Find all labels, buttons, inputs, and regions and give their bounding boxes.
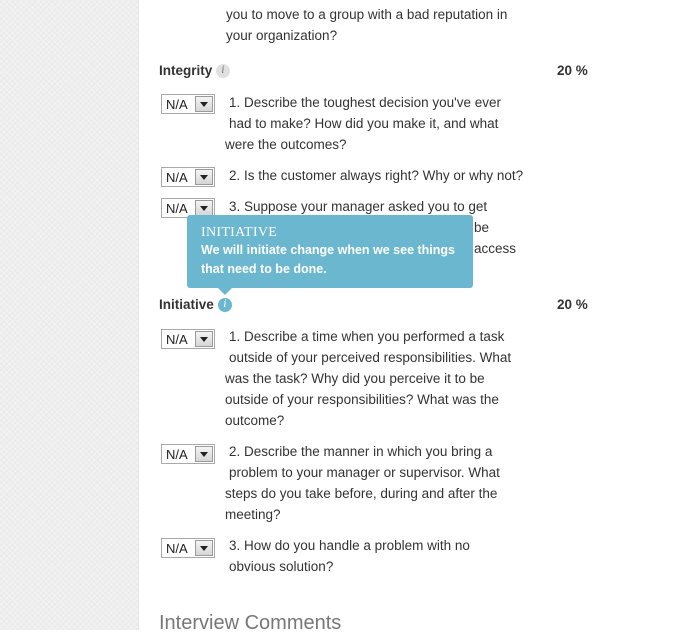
question-line: you to move to a group with a bad reputa… xyxy=(226,7,508,22)
dropdown-arrow-icon xyxy=(195,446,213,462)
question-line: outside of your perceived responsibiliti… xyxy=(229,350,512,365)
rating-select-value: N/A xyxy=(166,170,188,185)
section-header-integrity: Integrity i 20 % xyxy=(159,60,589,82)
question-line: 2. Is the customer always right? Why or … xyxy=(229,168,524,183)
rating-select-initiative-3[interactable]: N/A xyxy=(161,538,215,558)
question-fragment: be xyxy=(474,220,490,235)
section-header-initiative: Initiative i 20 % xyxy=(159,294,589,316)
question-line: 3. How do you handle a problem with no xyxy=(229,538,470,553)
question-text-integrity-1: 1. Describe the toughest decision you've… xyxy=(225,92,501,155)
question-line: outcome? xyxy=(225,413,285,428)
question-line: were the outcomes? xyxy=(225,137,347,152)
question-text-initiative-1: 1. Describe a time when you performed a … xyxy=(225,326,511,431)
tooltip-line: that need to be done. xyxy=(201,262,327,276)
rating-select-value: N/A xyxy=(166,332,188,347)
question-line: outside of your responsibilities? What w… xyxy=(225,392,499,407)
question-line: obvious solution? xyxy=(229,559,334,574)
question-line: problem to your manager or supervisor. W… xyxy=(229,465,500,480)
question-line: 1. Describe the toughest decision you've… xyxy=(229,95,501,110)
question-line: steps do you take before, during and aft… xyxy=(225,486,498,501)
dropdown-arrow-icon xyxy=(195,540,213,556)
dropdown-arrow-icon xyxy=(195,169,213,185)
rating-select-initiative-2[interactable]: N/A xyxy=(161,444,215,464)
question-text-initiative-2: 2. Describe the manner in which you brin… xyxy=(225,441,500,525)
info-icon[interactable]: i xyxy=(216,64,230,78)
rating-select-value: N/A xyxy=(166,97,188,112)
section-title-initiative: Initiative xyxy=(159,297,214,312)
question-line: meeting? xyxy=(225,507,281,522)
question-text-integrity-3: 3. Suppose your manager asked you to get xyxy=(229,196,487,217)
question-text-initiative-3: 3. How do you handle a problem with no o… xyxy=(229,535,470,577)
rating-select-value: N/A xyxy=(166,541,188,556)
question-fragment: access xyxy=(474,241,517,256)
question-line: was the task? Why did you perceive it to… xyxy=(225,371,485,386)
dropdown-arrow-icon xyxy=(195,96,213,112)
question-line: your organization? xyxy=(226,28,338,43)
initiative-tooltip: INITIATIVE We will initiate change when … xyxy=(187,215,473,295)
question-line: had to make? How did you make it, and wh… xyxy=(229,116,499,131)
rating-select-value: N/A xyxy=(166,447,188,462)
rating-select-value: N/A xyxy=(166,201,188,216)
rating-select-integrity-2[interactable]: N/A xyxy=(161,167,215,187)
info-icon[interactable]: i xyxy=(218,298,232,312)
tooltip-line: We will initiate change when we see thin… xyxy=(201,243,455,257)
left-sidebar-background xyxy=(0,0,139,630)
tooltip-body: We will initiate change when we see thin… xyxy=(201,241,459,279)
interview-comments-heading: Interview Comments xyxy=(159,612,342,634)
section-title-integrity: Integrity xyxy=(159,63,213,78)
question-line: 2. Describe the manner in which you brin… xyxy=(229,444,493,459)
tooltip-title: INITIATIVE xyxy=(201,225,278,240)
question-text-integrity-2: 2. Is the customer always right? Why or … xyxy=(229,165,523,186)
section-weight-integrity: 20 % xyxy=(557,63,588,78)
question-line: 3. Suppose your manager asked you to get xyxy=(229,199,488,214)
rating-select-integrity-1[interactable]: N/A xyxy=(161,94,215,114)
section-weight-initiative: 20 % xyxy=(557,297,588,312)
dropdown-arrow-icon xyxy=(195,331,213,347)
question-text-previous: you to move to a group with a bad reputa… xyxy=(226,4,507,46)
question-line: 1. Describe a time when you performed a … xyxy=(229,329,505,344)
dropdown-arrow-icon xyxy=(195,200,213,216)
rating-select-initiative-1[interactable]: N/A xyxy=(161,329,215,349)
